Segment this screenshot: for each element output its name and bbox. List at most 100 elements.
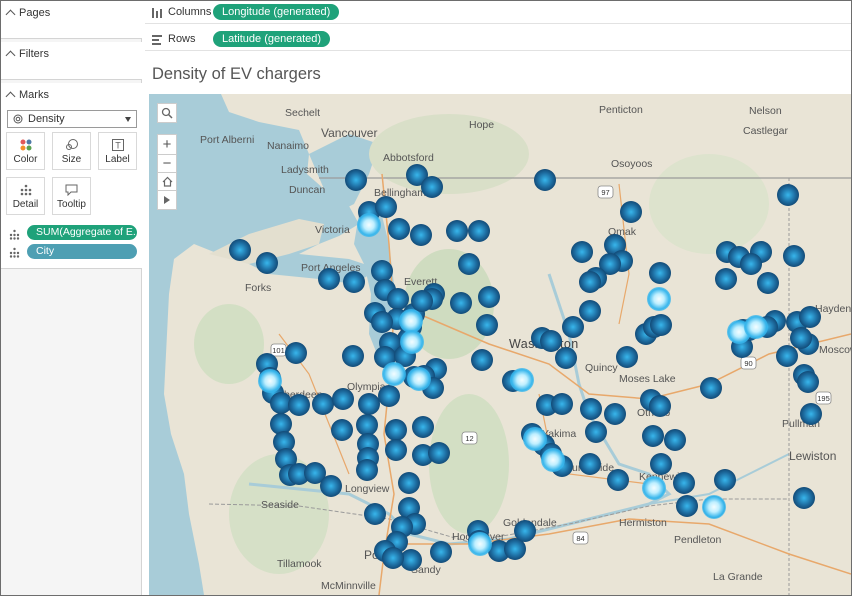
density-mark	[288, 394, 310, 416]
zoom-out-button[interactable]: −	[157, 154, 177, 172]
zoom-in-icon: +	[162, 136, 172, 153]
mark-type-dropdown[interactable]: Density	[7, 110, 137, 128]
density-mark	[757, 272, 779, 294]
density-mark	[649, 262, 671, 284]
density-mark	[604, 403, 626, 425]
svg-text:T: T	[115, 141, 121, 151]
density-mark	[800, 403, 822, 425]
place-label: Duncan	[289, 184, 326, 196]
density-mark	[378, 385, 400, 407]
density-hotspot	[258, 369, 282, 393]
map-search-button[interactable]	[157, 103, 177, 123]
density-hotspot	[642, 476, 666, 500]
density-mark	[793, 487, 815, 509]
columns-shelf[interactable]: Columns Longitude (generated)	[145, 1, 851, 24]
density-mark	[579, 271, 601, 293]
density-mark	[332, 388, 354, 410]
place-label: Nanaimo	[267, 140, 310, 152]
filters-card[interactable]: Filters	[1, 42, 142, 80]
latitude-pill[interactable]: Latitude (generated)	[213, 31, 331, 47]
density-hotspot	[382, 362, 406, 386]
field-pill-city[interactable]: City	[27, 244, 137, 259]
density-mark	[331, 419, 353, 441]
density-mark	[642, 425, 664, 447]
label-button[interactable]: T Label	[98, 132, 137, 170]
density-mark	[320, 475, 342, 497]
place-label: Vancouver	[321, 126, 378, 140]
columns-label: Columns	[168, 6, 212, 18]
density-mark	[382, 547, 404, 569]
pages-card[interactable]: Pages	[1, 1, 142, 39]
place-label: Castlegar	[743, 125, 788, 137]
collapse-icon[interactable]	[5, 91, 16, 102]
shield-97: 97	[601, 188, 609, 197]
zoom-in-button[interactable]: +	[157, 134, 177, 154]
color-button[interactable]: Color	[6, 132, 45, 170]
highway-shield: 84	[572, 531, 589, 545]
density-mark	[534, 169, 556, 191]
map-view[interactable]: 97 101 90 12 195 84 Sechelt Penticton Ne…	[149, 94, 851, 595]
filters-title: Filters	[19, 48, 49, 60]
density-mark	[673, 472, 695, 494]
place-label: Tillamook	[277, 558, 322, 570]
density-mark	[318, 268, 340, 290]
search-icon	[161, 107, 173, 119]
place-label: Nelson	[749, 105, 782, 117]
place-label: Longview	[345, 483, 390, 495]
density-mark	[256, 252, 278, 274]
shield-90: 90	[744, 359, 752, 368]
size-button-label: Size	[61, 154, 82, 165]
density-hotspot	[510, 368, 534, 392]
field-pill-aggregate[interactable]: SUM(Aggregate of E...	[27, 225, 137, 240]
density-hotspot	[541, 448, 565, 472]
density-mark	[650, 314, 672, 336]
rows-shelf[interactable]: Rows Latitude (generated)	[145, 28, 851, 51]
tooltip-button-label: Tooltip	[57, 199, 86, 210]
rows-label: Rows	[168, 33, 196, 45]
density-mark	[676, 495, 698, 517]
highway-shield: 195	[815, 391, 832, 405]
density-mark	[580, 398, 602, 420]
place-label: Seaside	[261, 499, 299, 511]
density-mark	[430, 541, 452, 563]
shield-195: 195	[817, 394, 830, 403]
longitude-pill[interactable]: Longitude (generated)	[213, 4, 340, 20]
density-mark	[345, 169, 367, 191]
density-mark	[776, 345, 798, 367]
detail-button[interactable]: Detail	[6, 177, 45, 215]
density-mark	[714, 469, 736, 491]
pages-title: Pages	[19, 7, 51, 19]
place-label: Ladysmith	[281, 164, 329, 176]
place-label: Abbotsford	[383, 152, 434, 164]
density-hotspot	[468, 532, 492, 556]
density-mark	[777, 184, 799, 206]
density-mark	[371, 311, 393, 333]
left-panel: Pages Filters Marks Density Color Size T…	[1, 1, 142, 595]
tooltip-button[interactable]: Tooltip	[52, 177, 91, 215]
home-button[interactable]	[157, 172, 177, 190]
collapse-icon[interactable]	[5, 9, 16, 20]
density-mark	[450, 292, 472, 314]
highway-shield: 90	[740, 356, 757, 370]
density-mark	[664, 429, 686, 451]
chevron-down-icon[interactable]	[125, 117, 131, 122]
density-hotspot	[400, 330, 424, 354]
detail-icon	[20, 184, 31, 196]
density-mark	[783, 245, 805, 267]
zoom-out-icon: −	[162, 155, 172, 172]
shield-12: 12	[465, 434, 473, 443]
place-label: Penticton	[599, 104, 643, 116]
play-icon	[164, 196, 170, 204]
map-toolbar-expand-button[interactable]	[157, 190, 177, 210]
density-mark	[715, 268, 737, 290]
density-mark	[555, 347, 577, 369]
density-mark	[385, 439, 407, 461]
density-mark	[700, 377, 722, 399]
size-button[interactable]: Size	[52, 132, 91, 170]
collapse-icon[interactable]	[5, 50, 16, 61]
density-mark	[740, 253, 762, 275]
label-icon: T	[111, 139, 124, 151]
place-label: Osoyoos	[611, 158, 653, 170]
detail-icon	[9, 229, 20, 240]
density-mark	[471, 349, 493, 371]
